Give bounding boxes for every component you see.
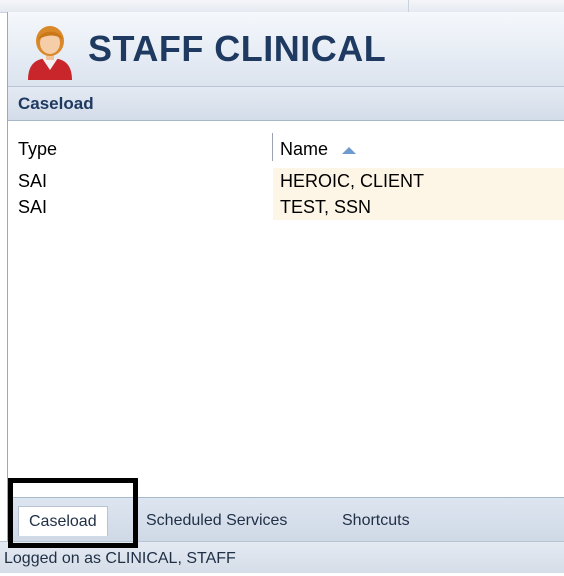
table-row[interactable]: SAI HEROIC, CLIENT [8, 168, 564, 194]
section-title: Caseload [18, 94, 94, 113]
column-header-type[interactable]: Type [18, 139, 57, 160]
cell-name: TEST, SSN [273, 194, 564, 220]
bottom-tab-bar: Caseload Scheduled Services Shortcuts [8, 497, 564, 543]
grid-header: Type Name [8, 121, 564, 161]
tab-shortcuts[interactable]: Shortcuts [342, 506, 410, 536]
top-strip-divider [408, 0, 409, 12]
tab-caseload[interactable]: Caseload [18, 506, 108, 536]
sort-ascending-icon [342, 147, 357, 154]
cell-type: SAI [18, 171, 48, 191]
app-title: STAFF CLINICAL [88, 28, 387, 69]
app-header: STAFF CLINICAL [8, 12, 564, 87]
column-header-name-label: Name [280, 139, 329, 159]
app-window: STAFF CLINICAL Caseload Type Name SAI HE… [7, 12, 564, 572]
user-avatar-icon [28, 26, 72, 80]
tab-scheduled-services[interactable]: Scheduled Services [146, 506, 287, 536]
cell-type: SAI [18, 197, 48, 217]
cell-name: HEROIC, CLIENT [273, 168, 564, 194]
status-bar: Logged on as CLINICAL, STAFF [0, 541, 564, 573]
status-text: Logged on as CLINICAL, STAFF [4, 550, 236, 567]
table-row[interactable]: SAI TEST, SSN [8, 194, 564, 220]
column-resize-handle[interactable] [272, 133, 273, 161]
column-header-name[interactable]: Name [280, 139, 357, 160]
caseload-section-header: Caseload [8, 87, 564, 121]
caseload-grid: Type Name SAI HEROIC, CLIENT SAI TEST, S… [8, 121, 564, 497]
